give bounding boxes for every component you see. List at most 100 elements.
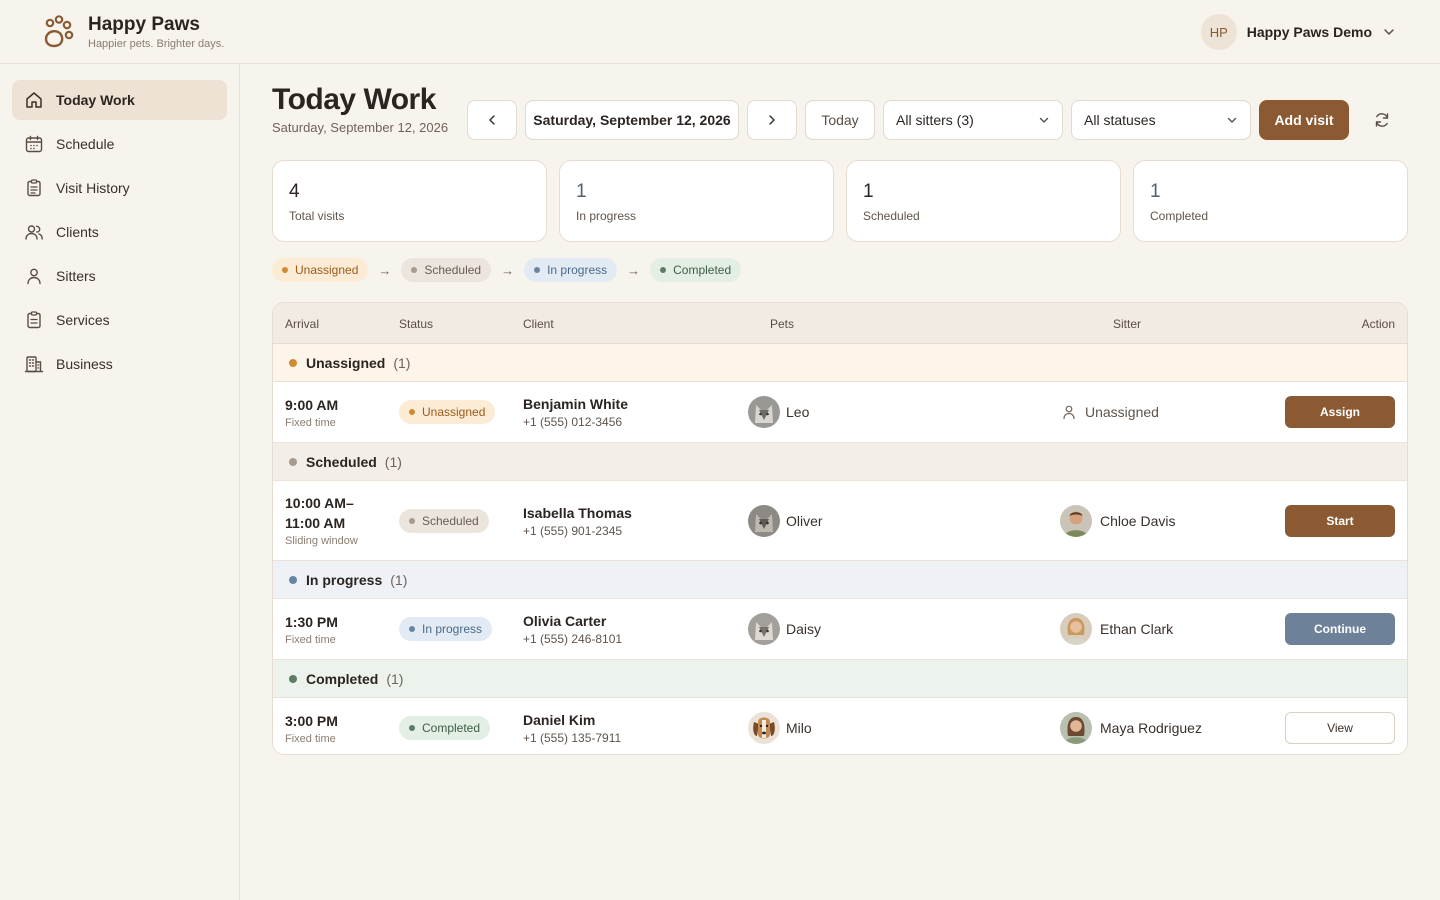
client-name[interactable]: Daniel Kim <box>523 711 621 729</box>
brand-name: Happy Paws <box>88 14 200 35</box>
sidebar-item-label: Today Work <box>56 92 135 108</box>
assign-button[interactable]: Assign <box>1285 396 1395 428</box>
page-title: Today Work <box>272 83 436 116</box>
group-count: (1) <box>386 670 404 687</box>
status-dot <box>289 575 297 584</box>
add-visit-button[interactable]: Add visit <box>1259 100 1349 140</box>
column-header-action[interactable]: Action <box>1362 317 1395 331</box>
stats-row: 4 Total visits 1 In progress 1 Scheduled… <box>272 160 1408 242</box>
sidebar-item-clients[interactable]: Clients <box>12 212 227 252</box>
group-header-in-progress: In progress (1) <box>273 561 1407 599</box>
pet-name: Oliver <box>786 513 823 529</box>
start-button[interactable]: Start <box>1285 505 1395 537</box>
table-header: Arrival Status Client Pets Sitter Action <box>273 303 1407 344</box>
title-block: Today Work Saturday, September 12, 2026 <box>272 82 448 135</box>
account-menu[interactable]: HP Happy Paws Demo <box>1200 14 1396 50</box>
top-bar: Happy Paws Happier pets. Brighter days. … <box>0 0 1440 64</box>
user-icon <box>1063 405 1075 420</box>
building-icon <box>24 356 44 373</box>
sidebar-item-schedule[interactable]: Schedule <box>12 124 227 164</box>
table-row[interactable]: 3:00 PM Fixed time Completed Daniel Kim … <box>273 698 1407 754</box>
sitter-avatar <box>1060 712 1092 744</box>
calendar-icon <box>25 135 43 153</box>
continue-button[interactable]: Continue <box>1285 613 1395 645</box>
sidebar-item-label: Clients <box>56 224 99 240</box>
sidebar-item-label: Services <box>56 312 110 328</box>
sidebar-item-label: Visit History <box>56 180 130 196</box>
stat-label: Scheduled <box>863 209 920 223</box>
sidebar-item-today-work[interactable]: Today Work <box>12 80 227 120</box>
toolbar: Saturday, September 12, 2026 Today All s… <box>467 100 1400 140</box>
refresh-button[interactable] <box>1364 102 1400 138</box>
column-header-status[interactable]: Status <box>399 317 433 331</box>
group-header-unassigned: Unassigned (1) <box>273 344 1407 382</box>
client-name[interactable]: Isabella Thomas <box>523 504 632 522</box>
arrival-time: 3:00 PM <box>285 713 338 729</box>
flow-step-label: Completed <box>673 263 732 277</box>
view-button[interactable]: View <box>1285 712 1395 744</box>
cat-avatar-icon <box>748 613 780 645</box>
date-picker-button[interactable]: Saturday, September 12, 2026 <box>525 100 739 140</box>
sitter-chip[interactable]: Ethan Clark <box>1060 613 1173 645</box>
stat-value: 4 <box>289 181 300 202</box>
column-header-client[interactable]: Client <box>523 317 554 331</box>
client-name[interactable]: Benjamin White <box>523 395 628 413</box>
stat-value: 1 <box>1150 181 1161 202</box>
sidebar-item-label: Schedule <box>56 136 115 152</box>
today-button[interactable]: Today <box>805 100 875 140</box>
sitter-unassigned: Unassigned <box>1061 404 1159 420</box>
sidebar-item-business[interactable]: Business <box>12 344 227 384</box>
flow-step-label: Unassigned <box>295 263 359 277</box>
sidebar-item-services[interactable]: Services <box>12 300 227 340</box>
pet-name: Leo <box>786 404 810 420</box>
table-row[interactable]: 10:00 AM–11:00 AM Sliding window Schedul… <box>273 481 1407 561</box>
pet-name: Milo <box>786 720 812 736</box>
pet-chip[interactable]: Milo <box>748 712 812 744</box>
status-badge: In progress <box>399 617 493 641</box>
stat-value: 1 <box>863 181 874 202</box>
sitter-name: Unassigned <box>1085 404 1159 420</box>
visits-table: Arrival Status Client Pets Sitter Action… <box>272 302 1408 755</box>
column-header-sitter[interactable]: Sitter <box>1113 317 1141 331</box>
chevron-down-icon <box>1384 29 1394 35</box>
status-dot <box>289 674 297 683</box>
sidebar-item-label: Business <box>56 356 113 372</box>
status-badge-label: In progress <box>422 622 483 636</box>
table-row[interactable]: 1:30 PM Fixed time In progress Olivia Ca… <box>273 599 1407 660</box>
client-phone: +1 (555) 246-8101 <box>523 632 623 646</box>
status-badge: Unassigned <box>399 400 496 424</box>
group-title: Scheduled <box>306 453 377 470</box>
column-header-arrival[interactable]: Arrival <box>285 317 319 331</box>
column-header-pets[interactable]: Pets <box>770 317 794 331</box>
pet-chip[interactable]: Oliver <box>748 505 823 537</box>
pet-chip[interactable]: Daisy <box>748 613 821 645</box>
clipboard-list-icon <box>27 311 41 329</box>
group-count: (1) <box>390 571 408 588</box>
sitters-filter-select[interactable]: All sitters (3) <box>883 100 1063 140</box>
group-header-scheduled: Scheduled (1) <box>273 443 1407 481</box>
client-name[interactable]: Olivia Carter <box>523 612 622 630</box>
table-row[interactable]: 9:00 AM Fixed time Unassigned Benjamin W… <box>273 382 1407 443</box>
stat-value: 1 <box>576 181 587 202</box>
page-subtitle: Saturday, September 12, 2026 <box>272 120 449 135</box>
client-phone: +1 (555) 012-3456 <box>523 415 623 429</box>
client-phone: +1 (555) 901-2345 <box>523 524 623 538</box>
previous-day-button[interactable] <box>467 100 517 140</box>
cat-avatar-icon <box>748 505 780 537</box>
refresh-icon <box>1375 113 1389 127</box>
sitter-name: Maya Rodriguez <box>1100 720 1202 736</box>
chevron-down-icon <box>1227 117 1237 123</box>
sitter-chip[interactable]: Maya Rodriguez <box>1060 712 1202 744</box>
pet-chip[interactable]: Leo <box>748 396 809 428</box>
sidebar-item-label: Sitters <box>56 268 96 284</box>
sitter-chip[interactable]: Chloe Davis <box>1060 505 1175 537</box>
pet-name: Daisy <box>786 621 822 637</box>
chevron-left-icon <box>489 115 495 125</box>
status-filter-select[interactable]: All statuses <box>1071 100 1251 140</box>
status-filter-value: All statuses <box>1084 112 1156 128</box>
brand[interactable]: Happy Paws Happier pets. Brighter days. <box>40 14 224 51</box>
next-day-button[interactable] <box>747 100 797 140</box>
sidebar-item-visit-history[interactable]: Visit History <box>12 168 227 208</box>
arrival-type: Fixed time <box>285 417 336 429</box>
sidebar-item-sitters[interactable]: Sitters <box>12 256 227 296</box>
